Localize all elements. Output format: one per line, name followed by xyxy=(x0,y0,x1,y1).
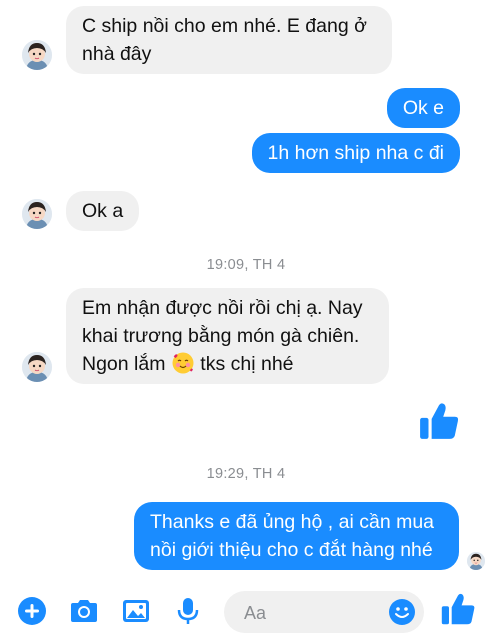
message-text: tks chị nhé xyxy=(194,353,294,375)
seen-avatar xyxy=(467,552,485,570)
message-text: Ok a xyxy=(82,200,124,222)
like-icon xyxy=(418,400,460,442)
incoming-message[interactable]: Em nhận được nồi rồi chị ạ. Nay khai trư… xyxy=(66,288,389,384)
camera-icon[interactable] xyxy=(68,595,100,627)
timestamp: 19:09, TH 4 xyxy=(206,257,286,273)
microphone-icon[interactable] xyxy=(172,595,204,627)
composer-bar xyxy=(0,585,492,640)
outgoing-message[interactable]: Ok e xyxy=(386,88,460,128)
outgoing-message[interactable]: Thanks e đã ủng hộ , ai cần mua nồi giới… xyxy=(134,502,459,570)
plus-icon[interactable] xyxy=(16,595,48,627)
message-input-box[interactable] xyxy=(224,591,424,635)
message-input[interactable] xyxy=(242,591,386,635)
message-text: Ok e xyxy=(402,97,444,119)
like-message[interactable] xyxy=(418,400,460,447)
incoming-message[interactable]: C ship nồi cho em nhé. E đang ở nhà đây xyxy=(66,6,392,74)
incoming-message[interactable]: Ok a xyxy=(66,191,140,231)
message-text: C ship nồi cho em nhé. E đang ở nhà đây xyxy=(82,15,367,65)
outgoing-message[interactable]: 1h hơn ship nha c đi xyxy=(251,133,460,173)
contact-avatar[interactable] xyxy=(22,199,52,229)
contact-avatar[interactable] xyxy=(22,352,52,382)
message-text: Thanks e đã ủng hộ , ai cần mua nồi giới… xyxy=(150,511,435,561)
contact-avatar[interactable] xyxy=(22,40,52,70)
message-text: 1h hơn ship nha c đi xyxy=(267,142,445,164)
like-send-button[interactable] xyxy=(440,591,476,627)
photo-icon[interactable] xyxy=(120,595,152,627)
smiling-face-with-hearts-icon xyxy=(171,351,195,375)
like-icon xyxy=(440,591,476,627)
smiley-icon[interactable] xyxy=(388,598,416,626)
timestamp: 19:29, TH 4 xyxy=(206,466,286,482)
